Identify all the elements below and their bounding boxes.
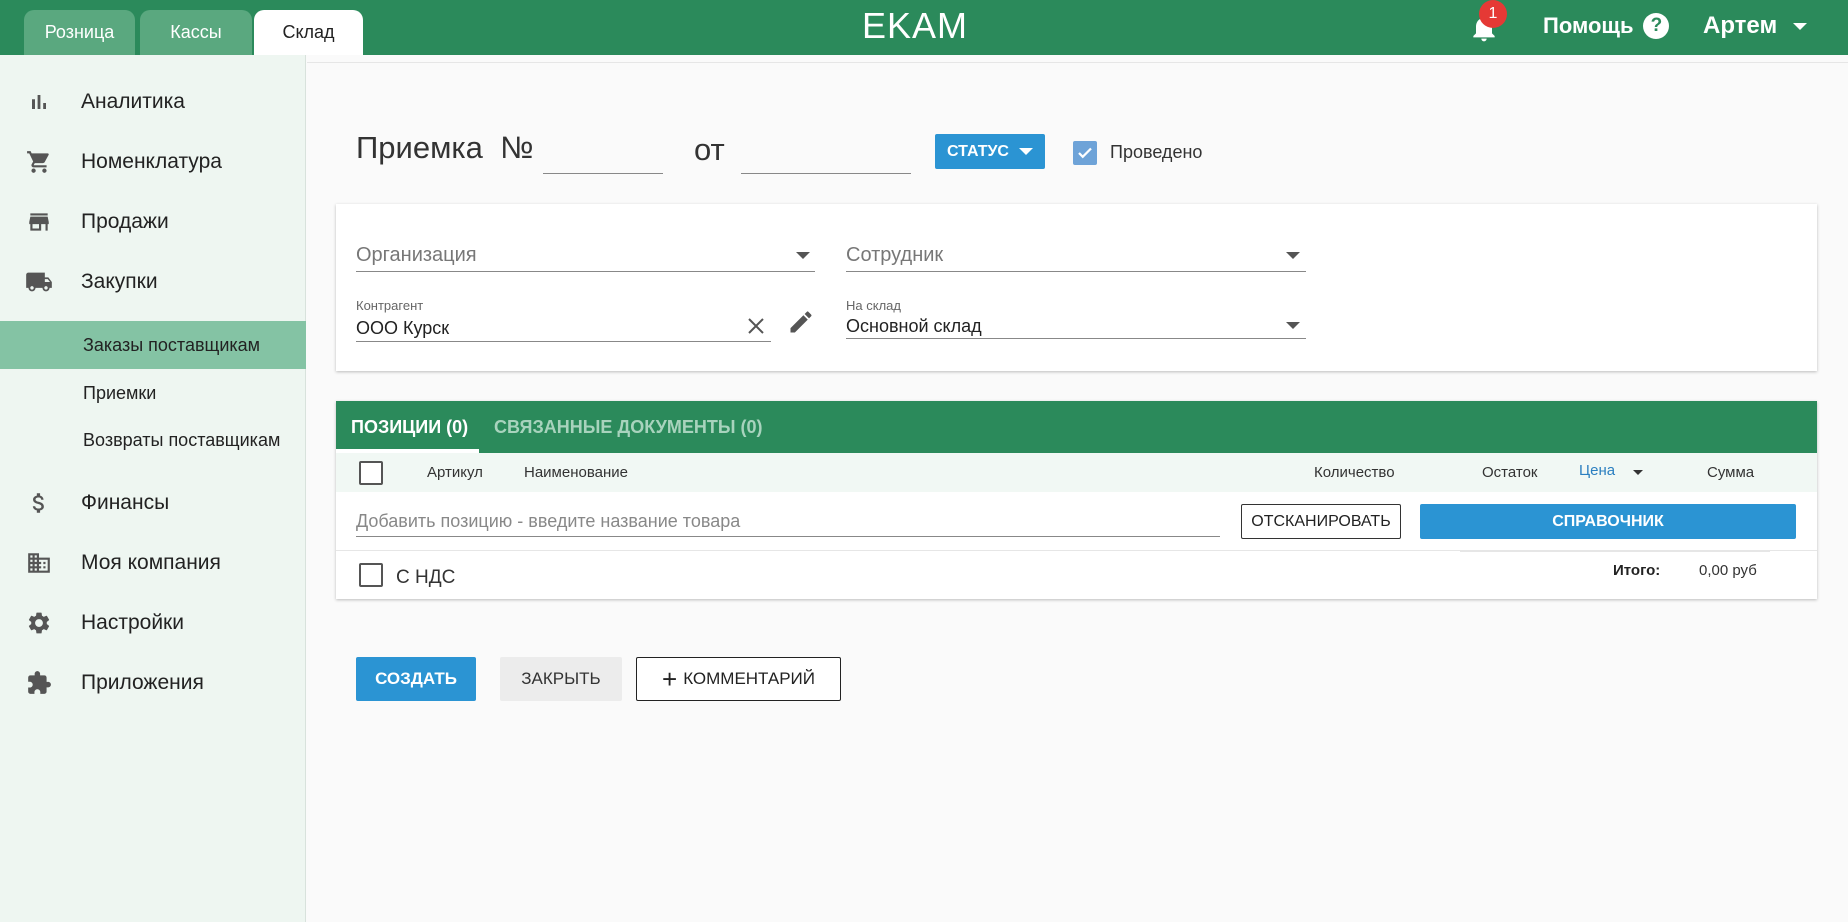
select-all-checkbox[interactable]: [359, 461, 383, 485]
document-form-card: Организация Сотрудник Контрагент ООО Кур…: [336, 204, 1817, 371]
total-divider: [1460, 550, 1770, 552]
positions-tabs: ПОЗИЦИИ (0) СВЯЗАННЫЕ ДОКУМЕНТЫ (0): [336, 401, 1817, 453]
sidebar-item-label: Приложения: [81, 671, 204, 694]
organization-select[interactable]: Организация: [356, 228, 815, 272]
add-comment-label: КОММЕНТАРИЙ: [683, 669, 815, 688]
cart-icon: [25, 148, 53, 176]
tab-warehouse[interactable]: Склад: [254, 10, 363, 55]
document-number-input[interactable]: [543, 140, 663, 174]
reference-button[interactable]: СПРАВОЧНИК: [1420, 504, 1796, 539]
sidebar-subitem-label: Приемки: [83, 382, 157, 403]
organization-placeholder: Организация: [356, 244, 477, 266]
tab-positions[interactable]: ПОЗИЦИИ (0): [351, 401, 468, 453]
top-bar: Розница Кассы Склад EKAM 1 Помощь ? Арте…: [0, 0, 1848, 55]
user-menu[interactable]: Артем: [1703, 10, 1808, 42]
building-icon: [25, 549, 53, 577]
add-comment-button[interactable]: + КОММЕНТАРИЙ: [636, 657, 841, 701]
sidebar-item-finance[interactable]: Финансы: [0, 478, 306, 528]
sidebar-subitem-label: Заказы поставщикам: [83, 334, 261, 355]
sidebar-item-purchases[interactable]: Закупки: [0, 257, 306, 307]
employee-placeholder: Сотрудник: [846, 244, 944, 266]
store-icon: [25, 208, 53, 236]
close-icon[interactable]: [744, 314, 768, 343]
chevron-down-icon[interactable]: [1633, 470, 1643, 475]
sidebar-item-settings[interactable]: Настройки: [0, 598, 306, 648]
column-name[interactable]: Наименование: [524, 464, 628, 481]
sidebar-item-label: Моя компания: [81, 551, 221, 574]
date-label: от: [694, 132, 725, 167]
positions-block: ПОЗИЦИИ (0) СВЯЗАННЫЕ ДОКУМЕНТЫ (0) Арти…: [336, 401, 1817, 599]
column-quantity[interactable]: Количество: [1314, 464, 1395, 481]
chevron-down-icon: [1286, 322, 1300, 329]
sidebar-subitem-supplier-orders[interactable]: Заказы поставщикам: [0, 321, 306, 369]
employee-select[interactable]: Сотрудник: [846, 228, 1306, 272]
tab-retail[interactable]: Розница: [24, 10, 135, 55]
counterparty-value: ООО Курск: [356, 318, 450, 338]
column-sum[interactable]: Сумма: [1707, 464, 1754, 481]
column-remainder[interactable]: Остаток: [1482, 464, 1538, 481]
help-label: Помощь: [1543, 13, 1634, 38]
status-button-label: СТАТУС: [947, 142, 1009, 160]
add-position-placeholder: Добавить позицию - введите название това…: [356, 511, 741, 531]
chevron-down-icon: [796, 252, 810, 259]
bar-chart-icon: [25, 88, 53, 116]
chevron-down-icon: [1018, 148, 1033, 155]
user-name: Артем: [1703, 12, 1778, 39]
add-position-input[interactable]: Добавить позицию - введите название това…: [356, 503, 1220, 537]
chevron-down-icon: [1793, 22, 1808, 30]
counterparty-field[interactable]: Контрагент ООО Курск: [356, 294, 771, 342]
sidebar-item-apps[interactable]: Приложения: [0, 658, 306, 708]
document-date-input[interactable]: [741, 140, 911, 174]
total-label: Итого:: [1613, 562, 1661, 579]
create-button[interactable]: СОЗДАТЬ: [356, 657, 476, 701]
sidebar-item-sales[interactable]: Продажи: [0, 197, 306, 247]
sidebar-subitem-receipts[interactable]: Приемки: [0, 369, 306, 417]
tab-cash-registers[interactable]: Кассы: [140, 10, 252, 55]
puzzle-icon: [25, 669, 53, 697]
close-button[interactable]: ЗАКРЫТЬ: [500, 657, 622, 701]
sidebar: Аналитика Номенклатура Продажи Закупки З…: [0, 55, 306, 922]
sidebar-item-label: Финансы: [81, 491, 170, 514]
gear-icon: [25, 609, 53, 637]
tab-related-documents[interactable]: СВЯЗАННЫЕ ДОКУМЕНТЫ (0): [494, 401, 762, 453]
sidebar-item-label: Закупки: [81, 270, 158, 293]
counterparty-caption: Контрагент: [356, 298, 424, 313]
sidebar-item-analytics[interactable]: Аналитика: [0, 77, 306, 127]
table-header: Артикул Наименование Количество Остаток …: [336, 453, 1817, 492]
warehouse-value: Основной склад: [846, 316, 982, 336]
ekam-logo: EKAM: [862, 5, 969, 46]
vat-checkbox[interactable]: [359, 563, 383, 587]
column-price[interactable]: Цена: [1579, 462, 1615, 479]
posted-checkbox[interactable]: [1073, 141, 1097, 165]
sidebar-subitem-supplier-returns[interactable]: Возвраты поставщикам: [0, 416, 306, 464]
sidebar-item-label: Продажи: [81, 210, 169, 233]
sidebar-item-label: Аналитика: [81, 90, 185, 113]
truck-icon: [25, 268, 53, 296]
help-icon: ?: [1643, 13, 1670, 39]
help-button[interactable]: Помощь ?: [1543, 10, 1670, 42]
sidebar-subitem-label: Возвраты поставщикам: [83, 429, 281, 450]
total-value: 0,00 руб: [1699, 562, 1757, 579]
check-icon: [1078, 147, 1092, 159]
status-button[interactable]: СТАТУС: [935, 134, 1045, 169]
sidebar-item-my-company[interactable]: Моя компания: [0, 538, 306, 588]
dollar-icon: [25, 489, 53, 517]
scan-button[interactable]: ОТСКАНИРОВАТЬ: [1241, 504, 1401, 539]
column-article[interactable]: Артикул: [427, 464, 483, 481]
sidebar-item-nomenclature[interactable]: Номенклатура: [0, 137, 306, 187]
notification-badge: 1: [1479, 0, 1507, 28]
sidebar-item-label: Номенклатура: [81, 150, 222, 173]
warehouse-select[interactable]: На склад Основной склад: [846, 294, 1306, 339]
plus-icon: +: [662, 664, 678, 694]
warehouse-caption: На склад: [846, 298, 901, 313]
vat-label: С НДС: [396, 567, 456, 588]
edit-icon[interactable]: [787, 308, 815, 341]
page-title: Приемка №: [356, 130, 534, 165]
chevron-down-icon: [1286, 252, 1300, 259]
sidebar-item-label: Настройки: [81, 611, 184, 634]
posted-label: Проведено: [1110, 142, 1203, 162]
